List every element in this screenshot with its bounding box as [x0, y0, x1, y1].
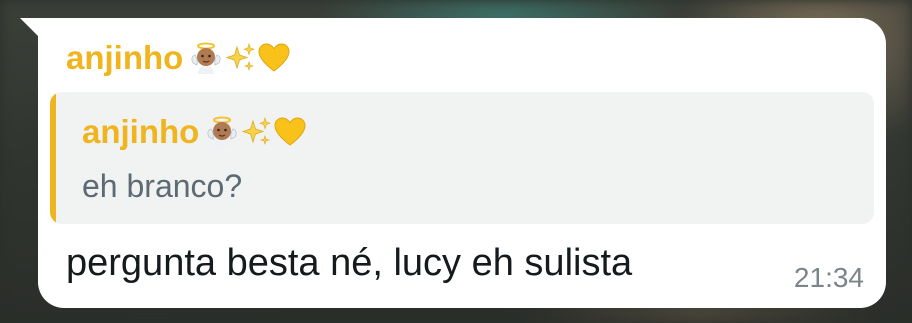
message-bubble[interactable]: anjinho anjinho eh branco? pergunta best… — [38, 18, 886, 308]
yellow-heart-emoji — [257, 41, 291, 75]
quoted-sender-header: anjinho — [82, 112, 307, 152]
bubble-tail — [20, 18, 40, 38]
quoted-text: eh branco? — [82, 168, 243, 204]
sparkles-emoji — [239, 115, 273, 149]
baby-angel-emoji — [189, 41, 223, 75]
message-text: pergunta besta né, lucy eh sulista — [66, 242, 633, 284]
baby-angel-emoji — [205, 115, 239, 149]
sender-header[interactable]: anjinho — [66, 38, 291, 78]
sender-emojis — [189, 41, 291, 75]
sparkles-emoji — [223, 41, 257, 75]
quoted-reply[interactable]: anjinho eh branco? — [50, 92, 874, 224]
quoted-sender-emojis — [205, 115, 307, 149]
yellow-heart-emoji — [273, 115, 307, 149]
sender-name[interactable]: anjinho — [66, 39, 183, 77]
quote-bar — [50, 92, 56, 224]
quoted-sender-name: anjinho — [82, 113, 200, 150]
message-timestamp: 21:34 — [793, 262, 864, 293]
